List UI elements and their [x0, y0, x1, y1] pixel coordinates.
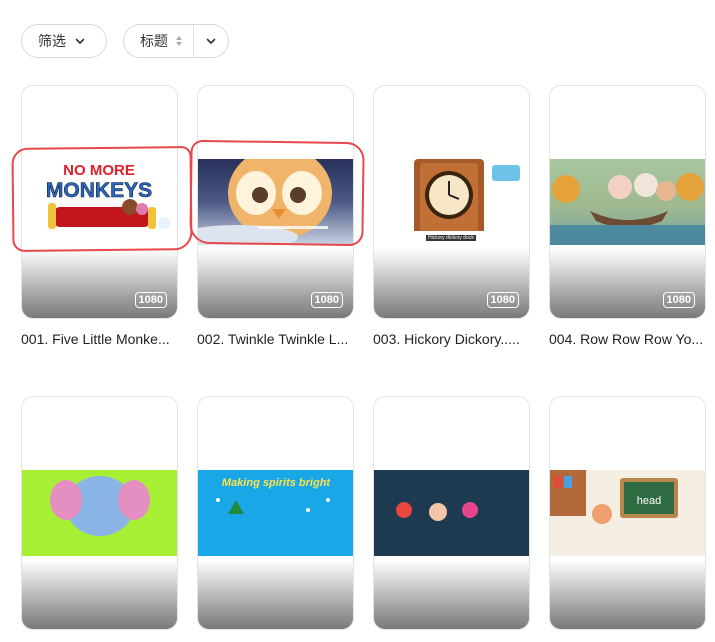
sort-label: 标题 [140, 33, 168, 49]
thumbnail-art: NO MORE MONKEYS [22, 159, 177, 245]
video-title[interactable]: 003. Hickory Dickory..... [373, 331, 530, 347]
thumbnail-art: Hickory dickory dock [374, 159, 529, 245]
video-card-6[interactable]: Making spirits bright [197, 396, 354, 642]
resolution-badge: 1080 [310, 292, 343, 308]
thumbnail-art [22, 470, 177, 556]
art-text-line-1: head [637, 495, 661, 507]
sort-control: 标题 [123, 24, 229, 58]
video-thumbnail[interactable]: 1080 [549, 85, 706, 319]
chevron-down-icon [74, 35, 86, 47]
video-thumbnail[interactable]: Hickory dickory dock 1080 [373, 85, 530, 319]
video-title[interactable]: 001. Five Little Monke... [21, 331, 178, 347]
video-subtitle: Hickory dickory dock [426, 235, 476, 241]
video-card-2[interactable]: 1080 002. Twinkle Twinkle L... [197, 85, 354, 347]
thumbnail-art [550, 159, 705, 245]
video-card-3[interactable]: Hickory dickory dock 1080 003. Hickory D… [373, 85, 530, 347]
video-card-8[interactable]: head [549, 396, 706, 642]
sort-field-button[interactable]: 标题 [124, 25, 194, 57]
video-thumbnail[interactable]: Making spirits bright [197, 396, 354, 630]
sort-order-icon [176, 36, 182, 46]
resolution-badge: 1080 [134, 292, 167, 308]
video-card-1[interactable]: NO MORE MONKEYS 1080 001. Five Little Mo… [21, 85, 178, 347]
toolbar: 筛选 标题 [21, 24, 229, 60]
filter-button[interactable]: 筛选 [21, 24, 107, 58]
art-text-line-1: Making spirits bright [222, 477, 332, 489]
video-title[interactable]: 004. Row Row Row Yo... [549, 331, 706, 347]
art-text-line-2: MONKEYS [46, 179, 152, 202]
chevron-down-icon [205, 35, 217, 47]
video-card-5[interactable] [21, 396, 178, 642]
thumbnail-art: head [550, 470, 705, 556]
resolution-badge: 1080 [486, 292, 519, 308]
thumbnail-art [198, 159, 353, 245]
sort-dropdown-button[interactable] [194, 25, 228, 57]
video-thumbnail[interactable]: 1080 [197, 85, 354, 319]
art-text-line-1: NO MORE [63, 162, 135, 179]
video-card-4[interactable]: 1080 004. Row Row Row Yo... [549, 85, 706, 347]
video-card-7[interactable] [373, 396, 530, 642]
video-thumbnail[interactable] [373, 396, 530, 630]
resolution-badge: 1080 [662, 292, 695, 308]
video-thumbnail[interactable]: head [549, 396, 706, 630]
video-title[interactable]: 002. Twinkle Twinkle L... [197, 331, 354, 347]
filter-label: 筛选 [38, 33, 66, 49]
video-thumbnail[interactable]: NO MORE MONKEYS 1080 [21, 85, 178, 319]
video-thumbnail[interactable] [21, 396, 178, 630]
thumbnail-art [374, 470, 529, 556]
thumbnail-art: Making spirits bright [198, 470, 353, 556]
